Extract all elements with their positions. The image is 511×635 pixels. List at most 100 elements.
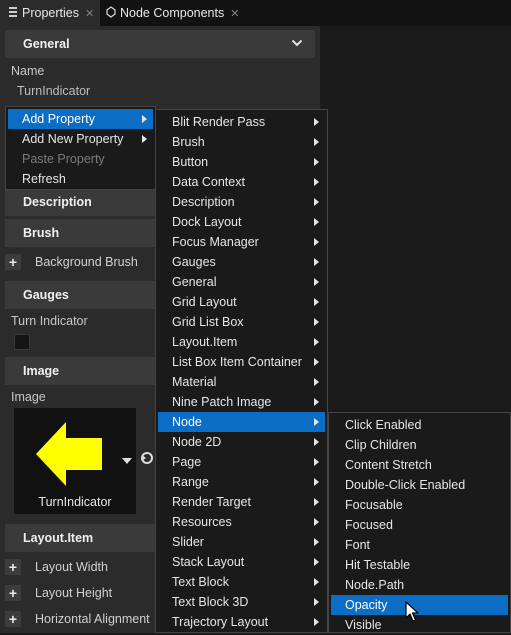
image-label: Image bbox=[11, 390, 46, 404]
menu-item-stack-layout[interactable]: Stack Layout bbox=[158, 552, 325, 572]
menu-item-layout-item[interactable]: Layout.Item bbox=[158, 332, 325, 352]
background-brush-label: Background Brush bbox=[35, 255, 138, 269]
menu-item-text-block[interactable]: Text Block bbox=[158, 572, 325, 592]
menu-item-label: Grid Layout bbox=[172, 295, 237, 309]
menu-item-add-property[interactable]: Add Property bbox=[8, 109, 153, 129]
submenu-arrow-icon bbox=[314, 238, 319, 246]
menu-item-label: Focused bbox=[345, 518, 393, 532]
menu-item-description[interactable]: Description bbox=[158, 192, 325, 212]
horizontal-alignment-label: Horizontal Alignment bbox=[35, 612, 150, 626]
image-preview[interactable]: TurnIndicator bbox=[14, 408, 136, 514]
add-layout-height-row[interactable]: + Layout Height bbox=[5, 582, 112, 604]
menu-item-button[interactable]: Button bbox=[158, 152, 325, 172]
menu-item-label: Slider bbox=[172, 535, 204, 549]
reset-icon[interactable] bbox=[140, 451, 154, 468]
menu-item-list-box-item-container[interactable]: List Box Item Container bbox=[158, 352, 325, 372]
menu-item-general[interactable]: General bbox=[158, 272, 325, 292]
plus-icon[interactable]: + bbox=[5, 611, 21, 627]
menu-item-label: Gauges bbox=[172, 255, 216, 269]
menu-item-trajectory-layout[interactable]: Trajectory Layout bbox=[158, 612, 325, 632]
menu-item-label: Nine Patch Image bbox=[172, 395, 272, 409]
menu-item-material[interactable]: Material bbox=[158, 372, 325, 392]
menu-item-click-enabled[interactable]: Click Enabled bbox=[331, 415, 508, 435]
section-description-label: Description bbox=[23, 195, 92, 209]
menu-item-label: Refresh bbox=[22, 172, 66, 186]
menu-item-grid-layout[interactable]: Grid Layout bbox=[158, 292, 325, 312]
menu-item-node-path[interactable]: Node.Path bbox=[331, 575, 508, 595]
tab-node-components[interactable]: Node Components ✕ bbox=[100, 0, 250, 26]
menu-item-content-stretch[interactable]: Content Stretch bbox=[331, 455, 508, 475]
image-name: TurnIndicator bbox=[38, 495, 112, 509]
menu-item-label: Focus Manager bbox=[172, 235, 259, 249]
submenu-arrow-icon bbox=[314, 338, 319, 346]
menu-item-label: Content Stretch bbox=[345, 458, 432, 472]
menu-item-hit-testable[interactable]: Hit Testable bbox=[331, 555, 508, 575]
menu-item-font[interactable]: Font bbox=[331, 535, 508, 555]
submenu-arrow-icon bbox=[314, 198, 319, 206]
close-icon[interactable]: ✕ bbox=[85, 7, 94, 20]
menu-item-grid-list-box[interactable]: Grid List Box bbox=[158, 312, 325, 332]
submenu-arrow-icon bbox=[314, 138, 319, 146]
submenu-arrow-icon bbox=[314, 438, 319, 446]
plus-icon[interactable]: + bbox=[5, 585, 21, 601]
turn-indicator-label: Turn Indicator bbox=[11, 314, 88, 328]
turn-indicator-checkbox[interactable] bbox=[14, 334, 30, 350]
tab-node-components-label: Node Components bbox=[120, 6, 225, 20]
menu-item-resources[interactable]: Resources bbox=[158, 512, 325, 532]
menu-item-visible[interactable]: Visible bbox=[331, 615, 508, 635]
submenu-arrow-icon bbox=[314, 378, 319, 386]
menu-item-label: Paste Property bbox=[22, 152, 105, 166]
menu-item-label: Node.Path bbox=[345, 578, 405, 592]
menu-item-page[interactable]: Page bbox=[158, 452, 325, 472]
yellow-arrow-icon bbox=[36, 422, 102, 486]
menu-item-refresh[interactable]: Refresh bbox=[8, 169, 153, 189]
menu-item-focused[interactable]: Focused bbox=[331, 515, 508, 535]
menu-item-label: Page bbox=[172, 455, 202, 469]
menu-item-node[interactable]: Node bbox=[158, 412, 325, 432]
plus-icon[interactable]: + bbox=[5, 559, 21, 575]
menu-item-label: Text Block bbox=[172, 575, 229, 589]
close-icon[interactable]: ✕ bbox=[230, 7, 239, 20]
menu-item-text-block-3d[interactable]: Text Block 3D bbox=[158, 592, 325, 612]
menu-item-blit-render-pass[interactable]: Blit Render Pass bbox=[158, 112, 325, 132]
menu-item-slider[interactable]: Slider bbox=[158, 532, 325, 552]
menu-item-double-click-enabled[interactable]: Double-Click Enabled bbox=[331, 475, 508, 495]
tab-properties[interactable]: Properties ✕ bbox=[0, 0, 100, 26]
menu-item-gauges[interactable]: Gauges bbox=[158, 252, 325, 272]
menu-item-dock-layout[interactable]: Dock Layout bbox=[158, 212, 325, 232]
submenu-arrow-icon bbox=[314, 538, 319, 546]
menu-item-data-context[interactable]: Data Context bbox=[158, 172, 325, 192]
menu-item-focusable[interactable]: Focusable bbox=[331, 495, 508, 515]
plus-icon[interactable]: + bbox=[5, 254, 21, 270]
menu-item-label: Text Block 3D bbox=[172, 595, 249, 609]
menu-item-label: Node 2D bbox=[172, 435, 222, 449]
name-value[interactable]: TurnIndicator bbox=[17, 84, 90, 98]
menu-item-opacity[interactable]: Opacity bbox=[331, 595, 508, 615]
menu-item-render-target[interactable]: Render Target bbox=[158, 492, 325, 512]
menu-item-focus-manager[interactable]: Focus Manager bbox=[158, 232, 325, 252]
chevron-down-icon[interactable] bbox=[291, 37, 303, 52]
section-brush-label: Brush bbox=[23, 226, 60, 240]
context-menu: Add Property Add New Property Paste Prop… bbox=[5, 106, 156, 190]
name-label: Name bbox=[11, 64, 45, 78]
add-layout-width-row[interactable]: + Layout Width bbox=[5, 556, 108, 578]
section-layout-item-label: Layout.Item bbox=[23, 531, 94, 545]
menu-item-label: Dock Layout bbox=[172, 215, 242, 229]
add-background-brush-row[interactable]: + Background Brush bbox=[5, 251, 138, 273]
submenu-arrow-icon bbox=[314, 298, 319, 306]
add-horizontal-alignment-row[interactable]: + Horizontal Alignment bbox=[5, 608, 150, 630]
menu-item-nine-patch-image[interactable]: Nine Patch Image bbox=[158, 392, 325, 412]
menu-item-clip-children[interactable]: Clip Children bbox=[331, 435, 508, 455]
menu-item-node-2d[interactable]: Node 2D bbox=[158, 432, 325, 452]
menu-item-range[interactable]: Range bbox=[158, 472, 325, 492]
menu-item-brush[interactable]: Brush bbox=[158, 132, 325, 152]
menu-item-label: Trajectory Layout bbox=[172, 615, 269, 629]
menu-item-add-new-property[interactable]: Add New Property bbox=[8, 129, 153, 149]
caret-down-icon[interactable] bbox=[122, 454, 132, 468]
section-general[interactable]: General bbox=[5, 30, 315, 58]
menu-item-label: Layout.Item bbox=[172, 335, 238, 349]
menu-item-label: Render Target bbox=[172, 495, 251, 509]
menu-item-label: List Box Item Container bbox=[172, 355, 302, 369]
tab-bar: Properties ✕ Node Components ✕ bbox=[0, 0, 511, 26]
menu-item-label: Clip Children bbox=[345, 438, 417, 452]
